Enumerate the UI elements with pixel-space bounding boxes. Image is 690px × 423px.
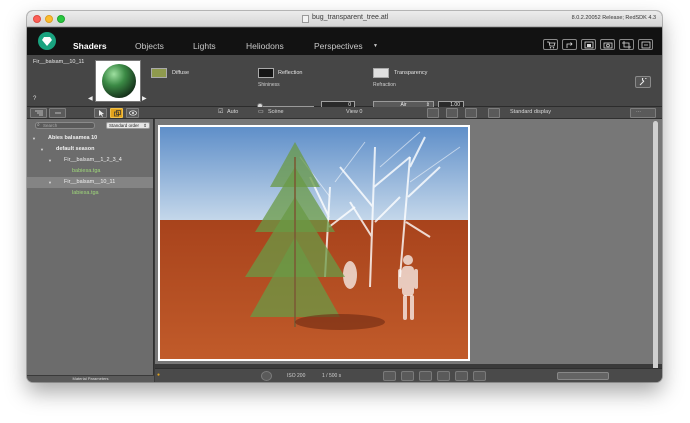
fullscreen-view-button[interactable] <box>465 108 477 118</box>
frame-view-button[interactable] <box>427 108 439 118</box>
material-name: Fir__balsam__10_11 <box>33 59 85 65</box>
rendered-scene <box>160 127 468 359</box>
display-mode-label[interactable]: Standard display <box>510 109 551 115</box>
orbit-button[interactable] <box>455 371 468 381</box>
tab-heliodons[interactable]: Heliodons <box>246 41 284 51</box>
transparency-color-swatch[interactable] <box>373 68 389 78</box>
expand-triangle-icon[interactable]: ▼ <box>32 133 36 144</box>
crop-icon[interactable] <box>619 39 634 50</box>
camera-icon[interactable] <box>600 39 615 50</box>
render-status-bar: ● ISO 200 1 / 500 s <box>155 368 662 382</box>
help-icon[interactable]: ? <box>33 96 36 102</box>
tree-options-button[interactable] <box>30 108 47 118</box>
render-progress-bar <box>557 372 609 380</box>
more-options-icon: ⋯ <box>636 109 641 115</box>
iso-label[interactable]: ISO 200 <box>287 373 305 379</box>
share-icon[interactable] <box>562 39 577 50</box>
pointer-tool-button[interactable] <box>94 108 107 118</box>
material-search-input[interactable]: Search <box>35 122 95 129</box>
undo-view-button[interactable] <box>383 371 396 381</box>
tab-perspectives[interactable]: Perspectives <box>314 41 363 51</box>
transparency-label: Transparency <box>394 70 428 76</box>
previous-shader-icon[interactable]: ◀ <box>88 95 93 102</box>
sort-order-value: Standard order <box>109 123 140 128</box>
app-window: bug_transparent_tree.atl 8.0.2.20052 Rel… <box>27 11 662 382</box>
search-icon: ⌕ <box>37 122 40 128</box>
document-icon <box>302 15 309 23</box>
scene-icon[interactable]: ▭ <box>258 108 264 115</box>
expand-triangle-icon[interactable]: ▼ <box>48 155 52 166</box>
tree-item-texture[interactable]: labiesa.tga <box>27 188 153 199</box>
auto-checkbox-icon[interactable]: ☑ <box>218 108 223 115</box>
preview-sphere <box>102 64 136 98</box>
material-tree-panel: Search ⌕ Standard order ⇕ ▼ Abies balsam… <box>27 119 154 382</box>
material-tree: ▼ Abies balsamea 10 ▼ default season ▼ F… <box>27 133 153 199</box>
reflection-label: Reflection <box>278 70 303 76</box>
main-navigation: Shaders Objects Lights Heliodons Perspec… <box>27 28 662 55</box>
visibility-tool-button[interactable] <box>126 108 139 118</box>
camera-settings-button[interactable] <box>261 371 272 381</box>
cart-icon[interactable] <box>543 39 558 50</box>
view-label[interactable]: View 0 <box>346 109 362 115</box>
tree-item-texture[interactable]: babiesa.tga <box>27 166 153 177</box>
material-parameters-footer[interactable]: Material Parameters <box>27 375 154 382</box>
fit-view-button[interactable] <box>446 108 458 118</box>
diffuse-color-swatch[interactable] <box>151 68 167 78</box>
diffuse-label: Diffuse <box>172 70 190 76</box>
shutter-label[interactable]: 1 / 500 s <box>322 373 341 379</box>
app-logo-icon <box>38 32 56 50</box>
auto-label: Auto <box>227 109 239 115</box>
window-title: bug_transparent_tree.atl <box>312 14 389 21</box>
refraction-label: Refraction <box>373 82 396 88</box>
more-options-button[interactable]: ⋯ <box>630 108 656 118</box>
display-mode-button[interactable] <box>488 108 500 118</box>
render-viewport[interactable] <box>155 119 662 364</box>
tab-objects[interactable]: Objects <box>135 41 164 51</box>
pan-button[interactable] <box>419 371 432 381</box>
reflection-color-swatch[interactable] <box>258 68 274 78</box>
expand-triangle-icon[interactable]: ▼ <box>40 144 44 155</box>
shader-editor-panel: Fir__balsam__10_11 ◀ ▶ ? Diffuse Reflect… <box>27 55 662 109</box>
tree-item-abies-balsamea[interactable]: ▼ Abies balsamea 10 <box>27 133 153 144</box>
viewport-scrollbar[interactable] <box>653 121 658 371</box>
sort-order-select[interactable]: Standard order ⇕ <box>106 122 150 129</box>
copy-tool-button[interactable] <box>110 108 123 118</box>
sort-chevron-icon: ⇕ <box>143 123 147 128</box>
tree-item-fir-balsam-1011[interactable]: ▼ Fir__balsam__10_11 <box>27 177 153 188</box>
tab-lights[interactable]: Lights <box>193 41 216 51</box>
close-window-button[interactable] <box>33 15 41 23</box>
tab-shaders[interactable]: Shaders <box>73 41 107 51</box>
version-info: 8.0.2.20052 Release; RedSDK 4.3 <box>571 15 656 21</box>
window-icon[interactable] <box>581 39 596 50</box>
walk-button[interactable] <box>437 371 450 381</box>
scene-label[interactable]: Scène <box>268 109 284 115</box>
maximize-window-button[interactable] <box>57 15 65 23</box>
target-button[interactable] <box>473 371 486 381</box>
collapse-button[interactable] <box>49 108 66 118</box>
shader-preview[interactable] <box>95 60 141 102</box>
shininess-label: Shininess <box>258 82 280 88</box>
tree-item-fir-balsam-1234[interactable]: ▼ Fir__balsam__1_2_3_4 <box>27 155 153 166</box>
screen-icon[interactable] <box>638 39 653 50</box>
next-shader-icon[interactable]: ▶ <box>142 95 147 102</box>
tree-item-default-season[interactable]: ▼ default season <box>27 144 153 155</box>
activity-indicator-icon: ● <box>157 372 161 378</box>
render-image[interactable] <box>158 125 470 361</box>
perspectives-dropdown-icon[interactable]: ▼ <box>373 43 378 49</box>
view-toolbar: ☑ Auto ▭ Scène View 0 Standard display ⋯ <box>27 107 662 119</box>
wrench-settings-button[interactable] <box>635 76 651 88</box>
zoom-button[interactable] <box>401 371 414 381</box>
expand-triangle-icon[interactable]: ▼ <box>48 177 52 188</box>
title-bar: bug_transparent_tree.atl 8.0.2.20052 Rel… <box>27 11 662 27</box>
minimize-window-button[interactable] <box>45 15 53 23</box>
